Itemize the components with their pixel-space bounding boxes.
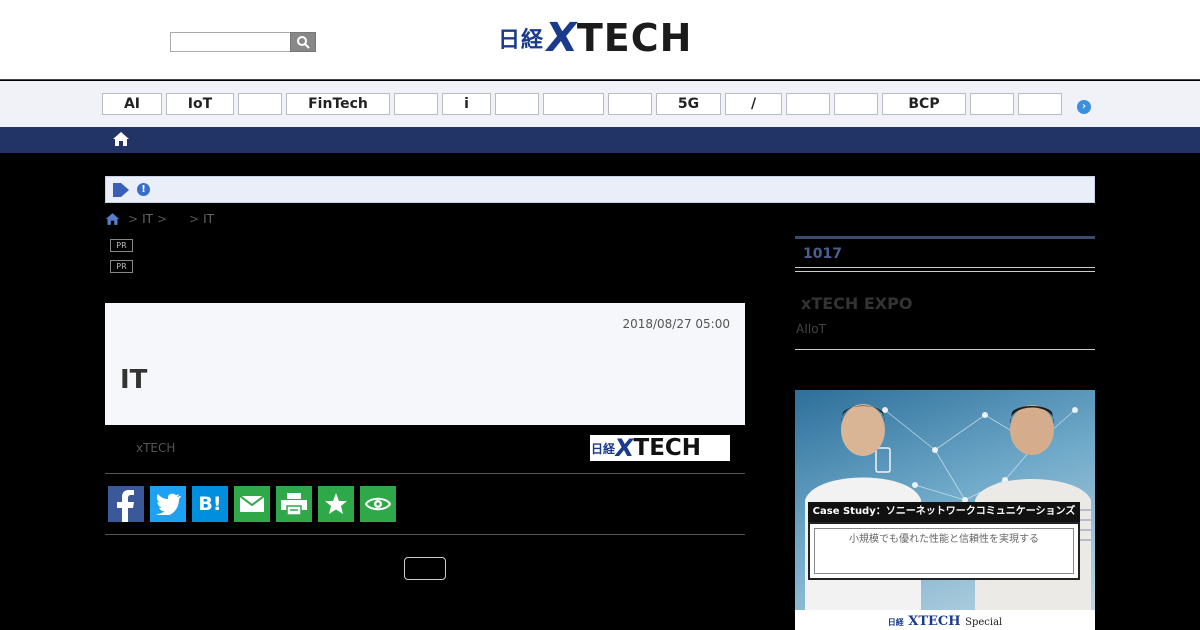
tag-item[interactable] bbox=[495, 93, 539, 115]
tag-item[interactable] bbox=[834, 93, 878, 115]
notice-bar[interactable]: ! bbox=[105, 176, 1095, 203]
tag-item[interactable] bbox=[543, 93, 604, 115]
breadcrumb-link[interactable]: IT bbox=[142, 212, 153, 226]
logo-tech: TECH bbox=[633, 435, 702, 461]
search-icon bbox=[297, 36, 310, 49]
logo-tech: TECH bbox=[576, 16, 693, 60]
watch-button[interactable] bbox=[360, 486, 396, 522]
tag-item[interactable] bbox=[970, 93, 1014, 115]
sidebar-rule bbox=[795, 267, 1095, 272]
tag-item[interactable]: BCP bbox=[882, 93, 966, 115]
tag-item[interactable] bbox=[394, 93, 438, 115]
tag-nav: AI IoT FinTech i 5G / BCP bbox=[0, 81, 1200, 127]
breadcrumb-link[interactable]: IT bbox=[203, 212, 214, 226]
tag-item[interactable]: IoT bbox=[166, 93, 234, 115]
sidebar-rule bbox=[795, 236, 1095, 239]
facebook-icon bbox=[117, 490, 134, 522]
pr-badge: PR bbox=[110, 260, 133, 273]
divider bbox=[105, 534, 745, 535]
sidebar-rule bbox=[795, 349, 1095, 350]
tag-item[interactable]: i bbox=[442, 93, 491, 115]
byline-logo: 日経 X TECH bbox=[590, 434, 730, 462]
print-button[interactable] bbox=[276, 486, 312, 522]
article-byline: xTECH bbox=[136, 441, 176, 455]
breadcrumb: > IT > > IT bbox=[105, 211, 214, 227]
chevron-right-icon[interactable]: › bbox=[1077, 100, 1091, 114]
mail-share-button[interactable] bbox=[234, 486, 270, 522]
tag-item[interactable] bbox=[786, 93, 830, 115]
logo-x: X bbox=[542, 15, 581, 61]
view-icon bbox=[365, 497, 391, 511]
ad-footer-special: Special bbox=[965, 617, 1003, 628]
search-button[interactable] bbox=[290, 32, 316, 52]
expo-subtitle: AIIoT bbox=[796, 322, 826, 336]
site-logo[interactable]: 日経 X TECH bbox=[498, 15, 693, 61]
search-input[interactable] bbox=[170, 32, 290, 52]
breadcrumb-separator: > bbox=[189, 212, 200, 226]
ad-footer-jp: 日経 bbox=[887, 617, 904, 627]
star-icon bbox=[325, 493, 347, 514]
ad-footer-logo: XTECH bbox=[908, 614, 961, 629]
tag-item[interactable]: 5G bbox=[656, 93, 721, 115]
ad-footer: 日経 XTECH Special bbox=[795, 610, 1095, 630]
article-date: 2018/08/27 05:00 bbox=[622, 317, 730, 331]
ranking-heading: 1017 bbox=[803, 246, 842, 262]
home-icon[interactable] bbox=[105, 212, 120, 226]
tag-item[interactable]: AI bbox=[102, 93, 162, 115]
ad-subheadline-text: 小規模でも優れた性能と信頼性を実現する bbox=[849, 534, 1039, 545]
expo-title[interactable]: xTECH EXPO bbox=[801, 294, 912, 313]
tag-item[interactable] bbox=[1018, 93, 1062, 115]
facebook-share-button[interactable] bbox=[108, 486, 144, 522]
tag-item[interactable]: FinTech bbox=[286, 93, 390, 115]
twitter-icon bbox=[156, 493, 181, 515]
more-button[interactable] bbox=[404, 557, 446, 580]
tag-item[interactable]: / bbox=[725, 93, 782, 115]
logo-jp: 日経 bbox=[591, 441, 616, 456]
ad-banner[interactable]: Case Study：ソニーネットワークコミュニケーションズ 小規模でも優れた性… bbox=[795, 390, 1095, 630]
divider bbox=[105, 473, 745, 474]
top-header: 日経 X TECH bbox=[0, 0, 1200, 80]
pr-badge: PR bbox=[110, 239, 133, 252]
tag-item[interactable] bbox=[238, 93, 282, 115]
logo-jp: 日経 bbox=[498, 28, 545, 53]
tag-item[interactable] bbox=[608, 93, 652, 115]
home-icon[interactable] bbox=[112, 131, 130, 147]
mail-icon bbox=[240, 496, 264, 512]
article-header: 2018/08/27 05:00 IT bbox=[105, 303, 745, 425]
hatena-icon: B! bbox=[198, 493, 222, 515]
play-arrow-icon bbox=[113, 183, 129, 197]
print-icon bbox=[281, 493, 307, 515]
hatena-bookmark-button[interactable]: B! bbox=[192, 486, 228, 522]
ad-headline: Case Study：ソニーネットワークコミュニケーションズ bbox=[808, 502, 1080, 522]
search-box bbox=[170, 32, 316, 52]
home-bar bbox=[0, 127, 1200, 153]
breadcrumb-separator: > bbox=[156, 212, 167, 226]
favorite-button[interactable] bbox=[318, 486, 354, 522]
ad-subheadline: 小規模でも優れた性能と信頼性を実現する bbox=[808, 522, 1080, 580]
breadcrumb-separator: > bbox=[128, 212, 139, 226]
twitter-share-button[interactable] bbox=[150, 486, 186, 522]
alert-icon: ! bbox=[137, 183, 150, 196]
logo-x: X bbox=[613, 434, 636, 462]
article-title: IT bbox=[120, 365, 148, 395]
